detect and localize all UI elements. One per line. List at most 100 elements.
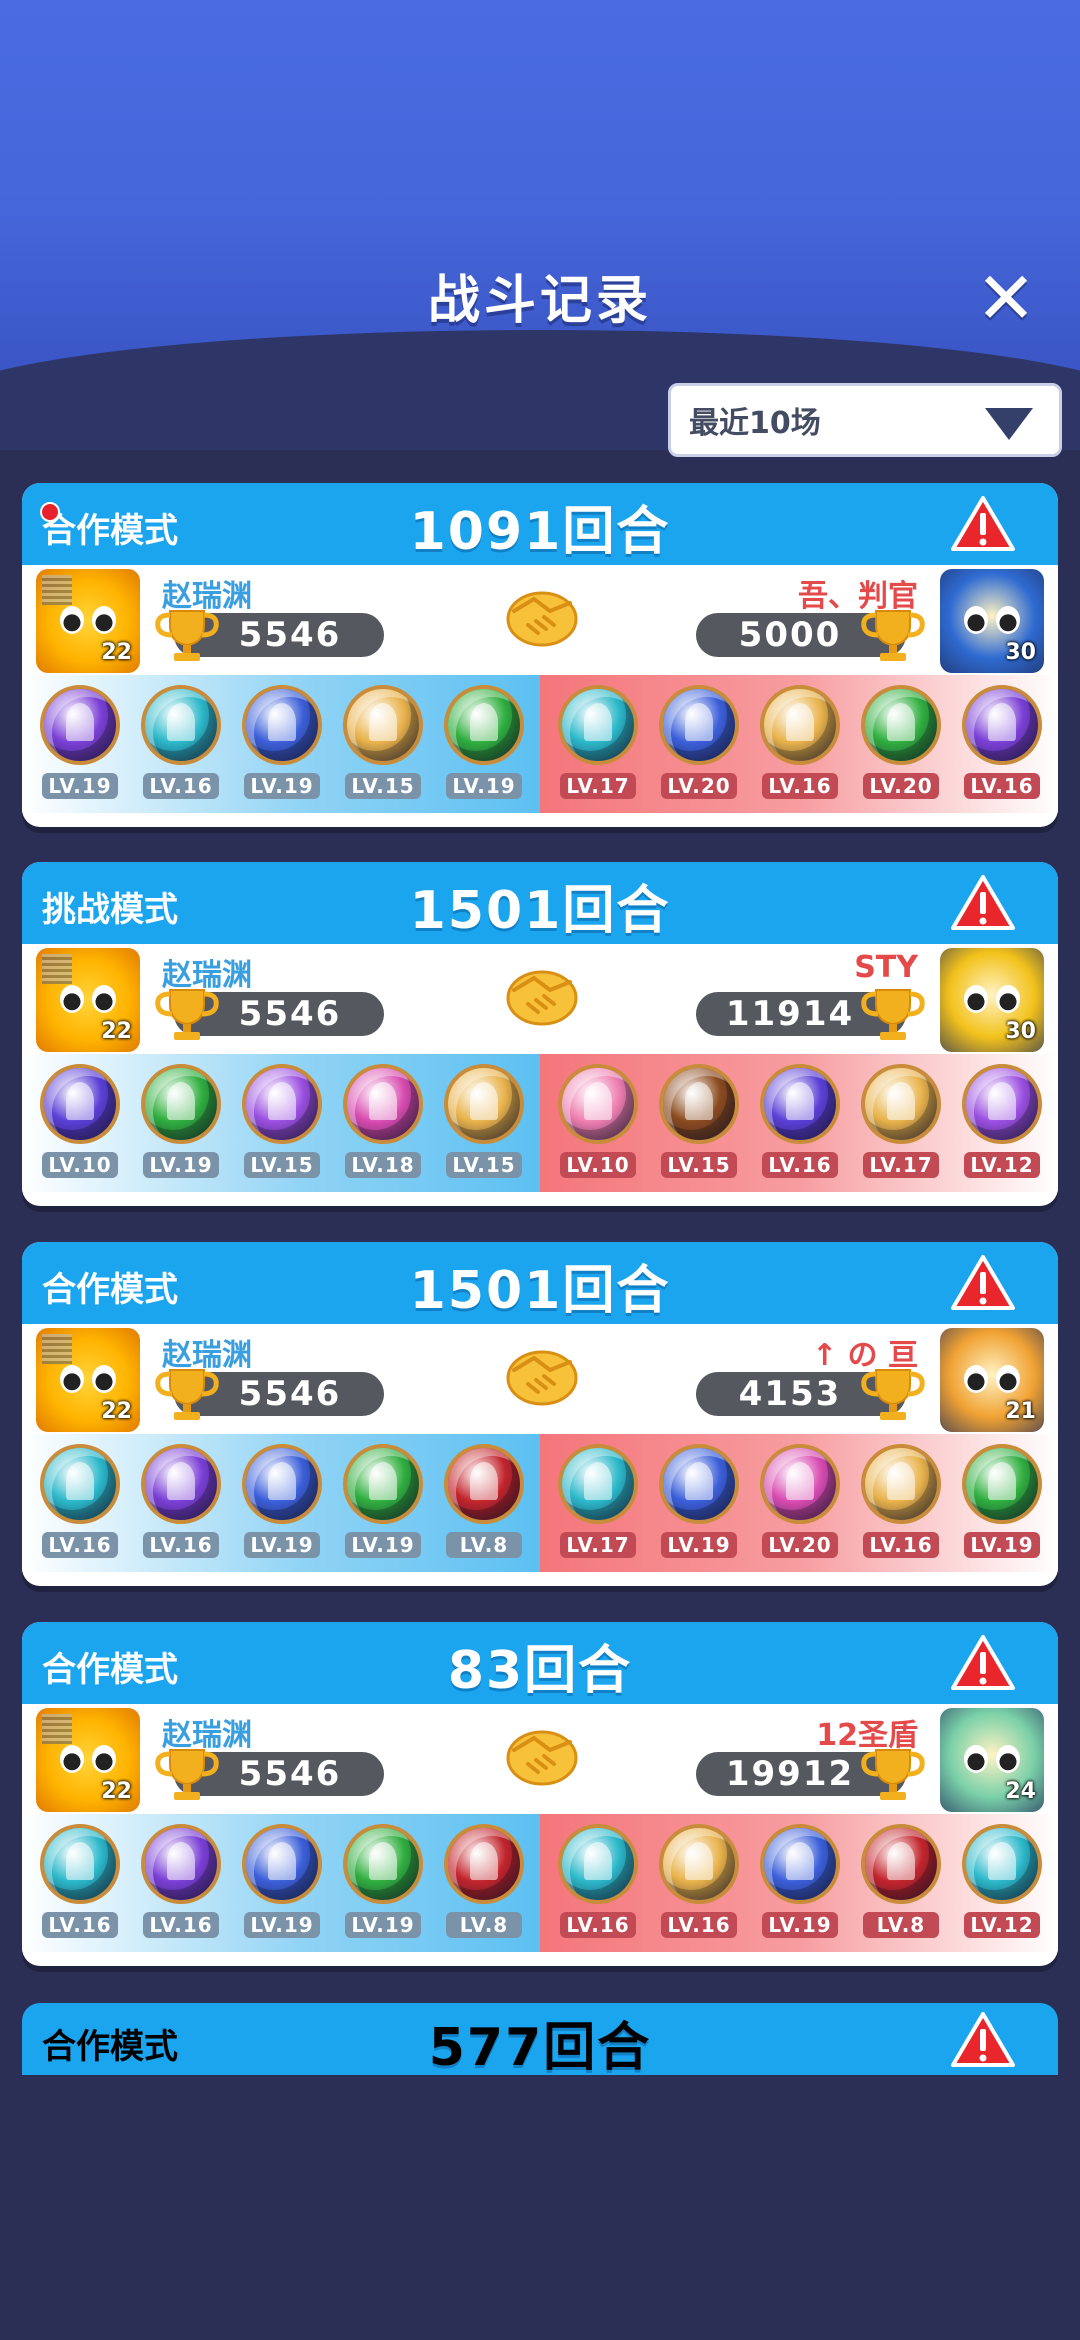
avatar-face-icon xyxy=(58,606,118,636)
report-warning-icon[interactable] xyxy=(950,874,1016,932)
round-count: 1501回合 xyxy=(409,881,671,941)
pet-slot: LV.17 xyxy=(851,1054,950,1192)
pet-orb-icon xyxy=(659,685,739,765)
pet-orb-icon xyxy=(343,685,423,765)
pet-orb-icon xyxy=(40,1824,120,1904)
pets-row: LV.19 LV.16 LV.19 LV.15 LV.19 LV.17 LV.2… xyxy=(22,675,1058,813)
pet-level: LV.16 xyxy=(762,1152,838,1178)
player-avatar[interactable]: 22 xyxy=(36,948,140,1052)
battle-record-card[interactable]: 合作模式 83回合 22 赵瑞渊 5546 12圣盾 19912 24 LV.1… xyxy=(22,1622,1058,1966)
players-row: 22 赵瑞渊 5546 吾、判官 5000 30 xyxy=(22,565,1058,675)
pet-slot: LV.10 xyxy=(30,1054,129,1192)
pet-level: LV.16 xyxy=(42,1912,118,1938)
pet-slot: LV.19 xyxy=(649,1434,748,1572)
pet-orb-icon xyxy=(861,685,941,765)
player-avatar[interactable]: 22 xyxy=(36,569,140,673)
round-count: 577回合 xyxy=(428,2018,652,2075)
pet-slot: LV.16 xyxy=(952,675,1051,813)
pet-level: LV.16 xyxy=(560,1912,636,1938)
player-pets: LV.16 LV.16 LV.19 LV.19 LV.8 xyxy=(22,1814,540,1952)
pet-orb-icon xyxy=(962,1064,1042,1144)
pet-slot: LV.19 xyxy=(232,1814,331,1952)
pet-level: LV.8 xyxy=(863,1912,939,1938)
pet-level: LV.16 xyxy=(143,773,219,799)
pet-slot: LV.16 xyxy=(131,675,230,813)
pet-slot: LV.12 xyxy=(952,1054,1051,1192)
pet-slot: LV.16 xyxy=(30,1434,129,1572)
battle-record-card[interactable]: 挑战模式 1501回合 22 赵瑞渊 5546 STY 11914 30 LV.… xyxy=(22,862,1058,1206)
pets-row: LV.16 LV.16 LV.19 LV.19 LV.8 LV.16 LV.16… xyxy=(22,1814,1058,1952)
round-count: 1091回合 xyxy=(409,502,671,562)
battle-record-card[interactable]: 合作模式 1091回合 22 赵瑞渊 5546 吾、判官 5000 30 LV.… xyxy=(22,483,1058,827)
pet-slot: LV.16 xyxy=(851,1434,950,1572)
pet-orb-icon xyxy=(343,1824,423,1904)
pet-level: LV.20 xyxy=(762,1532,838,1558)
pet-level: LV.16 xyxy=(42,1532,118,1558)
pet-slot: LV.19 xyxy=(434,675,533,813)
pet-slot: LV.16 xyxy=(750,675,849,813)
report-warning-icon[interactable] xyxy=(950,1634,1016,1692)
handshake-icon xyxy=(506,1350,578,1406)
pet-level: LV.16 xyxy=(762,773,838,799)
pet-slot: LV.19 xyxy=(952,1434,1051,1572)
pet-orb-icon xyxy=(141,1444,221,1524)
filter-dropdown[interactable]: 最近10场 xyxy=(668,383,1062,457)
pet-orb-icon xyxy=(141,685,221,765)
pet-slot: LV.16 xyxy=(131,1814,230,1952)
pet-level: LV.19 xyxy=(244,1532,320,1558)
pet-slot: LV.8 xyxy=(434,1814,533,1952)
pet-slot: LV.12 xyxy=(952,1814,1051,1952)
avatar-level: 21 xyxy=(1005,1399,1036,1424)
trophy-icon xyxy=(861,1369,925,1420)
player-avatar[interactable]: 22 xyxy=(36,1328,140,1432)
avatar-face-icon xyxy=(962,985,1022,1015)
opponent-avatar[interactable]: 30 xyxy=(940,948,1044,1052)
avatar-level: 22 xyxy=(101,640,132,665)
handshake-icon xyxy=(506,591,578,647)
pet-slot: LV.17 xyxy=(548,675,647,813)
pet-level: LV.10 xyxy=(42,1152,118,1178)
pet-orb-icon xyxy=(861,1444,941,1524)
report-warning-icon[interactable] xyxy=(950,1254,1016,1312)
pet-orb-icon xyxy=(558,1824,638,1904)
pet-level: LV.15 xyxy=(244,1152,320,1178)
pet-level: LV.18 xyxy=(345,1152,421,1178)
pet-orb-icon xyxy=(760,685,840,765)
pet-orb-icon xyxy=(558,1444,638,1524)
pet-orb-icon xyxy=(760,1444,840,1524)
opponent-avatar[interactable]: 21 xyxy=(940,1328,1044,1432)
opponent-avatar[interactable]: 24 xyxy=(940,1708,1044,1812)
report-warning-icon[interactable] xyxy=(950,495,1016,553)
pet-orb-icon xyxy=(242,1824,322,1904)
pet-level: LV.19 xyxy=(345,1912,421,1938)
pet-level: LV.16 xyxy=(863,1532,939,1558)
avatar-level: 22 xyxy=(101,1019,132,1044)
opponent-avatar[interactable]: 30 xyxy=(940,569,1044,673)
dropdown-arrow-icon xyxy=(985,408,1033,440)
battle-record-card[interactable]: 合作模式 1501回合 22 赵瑞渊 5546 ↑ の 亘 4153 21 LV… xyxy=(22,1242,1058,1586)
pet-level: LV.15 xyxy=(446,1152,522,1178)
card-header: 合作模式 1501回合 xyxy=(22,1242,1058,1324)
pet-slot: LV.10 xyxy=(548,1054,647,1192)
handshake-icon xyxy=(506,1730,578,1786)
player-avatar[interactable]: 22 xyxy=(36,1708,140,1812)
pet-level: LV.16 xyxy=(143,1912,219,1938)
handshake-icon xyxy=(506,970,578,1026)
trophy-icon xyxy=(155,1749,219,1800)
pet-orb-icon xyxy=(242,1064,322,1144)
pet-slot: LV.17 xyxy=(548,1434,647,1572)
pet-orb-icon xyxy=(659,1824,739,1904)
pet-slot: LV.16 xyxy=(750,1054,849,1192)
pet-slot: LV.19 xyxy=(30,675,129,813)
pet-orb-icon xyxy=(40,1064,120,1144)
close-button[interactable]: ✕ xyxy=(970,262,1042,334)
battle-record-card-partial[interactable]: 合作模式 577回合 xyxy=(22,2003,1058,2075)
pet-slot: LV.8 xyxy=(851,1814,950,1952)
pet-slot: LV.20 xyxy=(851,675,950,813)
report-warning-icon[interactable] xyxy=(950,2011,1016,2069)
pet-orb-icon xyxy=(242,685,322,765)
card-header: 挑战模式 1501回合 xyxy=(22,862,1058,944)
pet-level: LV.19 xyxy=(244,1912,320,1938)
pet-orb-icon xyxy=(558,1064,638,1144)
pet-slot: LV.19 xyxy=(333,1814,432,1952)
